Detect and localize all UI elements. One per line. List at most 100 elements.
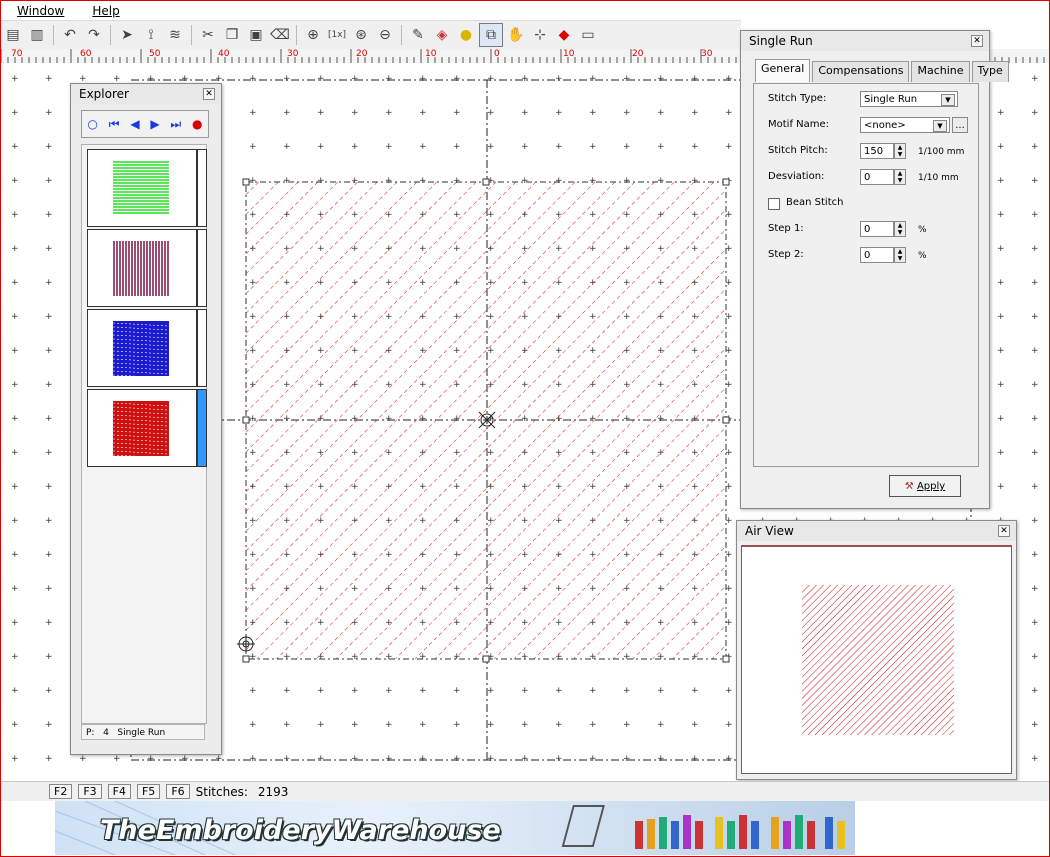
step1-spinner[interactable]: ▲ ▼ [894,221,906,237]
step2-input[interactable]: 0 [860,247,894,263]
node-edit-icon[interactable]: ⟟ [140,24,162,46]
zoom-window-icon[interactable]: ⧉ [479,23,503,47]
pointer-icon[interactable]: ➤ [116,24,138,46]
explorer-titlebar[interactable]: Explorer ✕ [71,84,221,104]
undo-icon[interactable]: ↶ [59,24,81,46]
svg-text:+: + [11,278,19,288]
svg-text:+: + [45,686,53,696]
svg-text:+: + [45,482,53,492]
stitch-pitch-label: Stitch Pitch: [768,145,828,156]
explorer-status: P: 4 Single Run [81,724,205,740]
single-run-titlebar[interactable]: Single Run ✕ [741,31,989,51]
object-thumbnail-4[interactable] [87,389,207,467]
svg-text:+: + [997,244,1005,254]
record-icon[interactable]: ● [192,117,202,131]
bean-stitch-checkbox[interactable] [768,198,780,210]
hand-icon[interactable]: ✋ [505,24,527,46]
toolbar-separator [53,25,54,45]
tab-general[interactable]: General [755,59,811,82]
f4-key[interactable]: F4 [107,784,131,799]
ruler-label: 0 [494,49,500,59]
single-run-title: Single Run [749,34,813,48]
blue-swatch [113,321,169,376]
svg-text:+: + [589,142,597,152]
object-thumbnail-1[interactable] [87,149,207,227]
stitch-pitch-input[interactable]: 150 [860,143,894,159]
menu-window[interactable]: Window [1,4,76,18]
explorer-panel: Explorer ✕ ○ ⏮ ◀ ▶ ⏭ ● P: 4 Single Run [70,83,222,755]
step1-input[interactable]: 0 [860,221,894,237]
cut-icon[interactable]: ✂ [197,24,219,46]
banner-ad[interactable]: TheEmbroideryWarehouse [55,801,855,855]
previous-icon[interactable]: ◀ [130,117,139,131]
last-icon[interactable]: ⏭ [170,117,181,132]
svg-text:+: + [997,142,1005,152]
ruler-icon[interactable]: ▭ [577,24,599,46]
svg-text:+: + [997,380,1005,390]
f3-key[interactable]: F3 [78,784,102,799]
deviation-input[interactable]: 0 [860,169,894,185]
air-view-titlebar[interactable]: Air View ✕ [737,521,1016,541]
svg-text:+: + [419,754,427,764]
tab-type[interactable]: Type [971,61,1009,82]
svg-text:+: + [1031,380,1039,390]
object-thumbnail-2[interactable] [87,229,207,307]
svg-text:+: + [691,686,699,696]
svg-text:+: + [521,108,529,118]
first-icon[interactable]: ⏮ [109,117,120,132]
svg-text:+: + [11,618,19,628]
zoom-icon[interactable]: ⊕ [302,24,324,46]
svg-text:+: + [283,108,291,118]
svg-text:+: + [1031,176,1039,186]
stitch-icon[interactable]: ≋ [164,24,186,46]
object-thumbnail-3[interactable] [87,309,207,387]
svg-text:+: + [997,448,1005,458]
deviation-spinner[interactable]: ▲ ▼ [894,169,906,185]
close-icon[interactable]: ✕ [998,525,1010,537]
stitch-type-select[interactable]: Single Run ▼ [860,91,958,107]
pencil-icon[interactable]: ✎ [407,24,429,46]
svg-text:+: + [657,142,665,152]
status-bar: F2 F3 F4 F5 F6 Stitches: 2193 [1,781,1049,801]
paste-icon[interactable]: ▣ [245,24,267,46]
motif-name-select[interactable]: <none> ▼ [860,117,950,133]
ruler-label: 20 [632,49,644,59]
stitch-pitch-spinner[interactable]: ▲ ▼ [894,143,906,159]
tab-machine[interactable]: Machine [911,61,970,82]
motif-browse-button[interactable]: ... [952,117,968,133]
apply-button[interactable]: ⚒ Apply [889,475,961,497]
zoom-1x-icon[interactable]: [1x] [326,24,348,46]
record-outline-icon[interactable]: ○ [87,117,97,131]
crosshair-icon[interactable]: ⊹ [529,24,551,46]
next-icon[interactable]: ▶ [150,117,159,131]
motif-name-value: <none> [864,120,906,131]
explorer-title: Explorer [79,87,129,101]
svg-text:+: + [725,142,733,152]
copy-icon[interactable]: ❐ [221,24,243,46]
air-view-preview[interactable] [741,545,1012,774]
close-icon[interactable]: ✕ [203,88,215,100]
save-icon[interactable]: ▤ [2,24,24,46]
f2-key[interactable]: F2 [49,784,73,799]
bulb-icon[interactable]: ● [455,24,477,46]
menu-help[interactable]: Help [76,4,131,18]
point-icon[interactable]: ◆ [553,24,575,46]
color-icon[interactable]: ◈ [431,24,453,46]
zoom-out-icon[interactable]: ⊖ [374,24,396,46]
close-icon[interactable]: ✕ [971,35,983,47]
f5-key[interactable]: F5 [136,784,161,799]
svg-text:+: + [11,312,19,322]
chevron-down-icon[interactable]: ▼ [941,94,955,106]
center-marker-icon[interactable] [478,411,496,429]
svg-text:+: + [1031,108,1039,118]
eraser-icon[interactable]: ⌫ [269,24,291,46]
green-swatch [113,161,169,214]
redo-icon[interactable]: ↷ [83,24,105,46]
chevron-down-icon[interactable]: ▼ [933,120,947,132]
book-icon[interactable]: ▥ [26,24,48,46]
svg-text:+: + [555,754,563,764]
zoom-fit-icon[interactable]: ⊛ [350,24,372,46]
step2-spinner[interactable]: ▲ ▼ [894,247,906,263]
tab-compensations[interactable]: Compensations [812,61,910,82]
f6-key[interactable]: F6 [166,784,190,799]
